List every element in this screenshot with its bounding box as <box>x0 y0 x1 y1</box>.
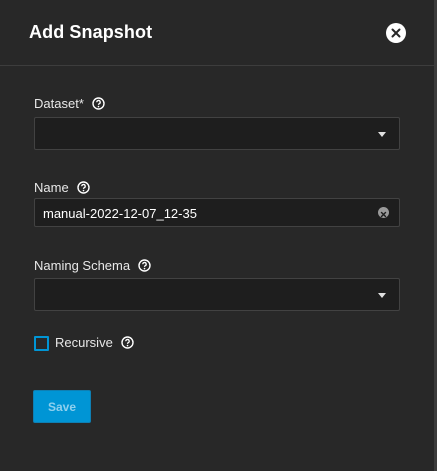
help-circle-icon[interactable] <box>92 97 105 110</box>
naming-schema-label-text: Naming Schema <box>34 258 131 273</box>
close-icon <box>391 28 401 38</box>
chevron-down-icon <box>378 293 386 298</box>
name-input[interactable]: manual-2022-12-07_12-35 <box>34 198 400 227</box>
help-circle-icon[interactable] <box>138 259 151 272</box>
required-mark: * <box>78 96 84 111</box>
close-button[interactable] <box>386 23 406 43</box>
recursive-label-text: Recursive <box>55 335 113 350</box>
recursive-checkbox[interactable] <box>34 336 49 351</box>
dataset-label-text: Dataset <box>34 96 79 111</box>
dataset-select[interactable] <box>34 117 400 150</box>
clear-icon[interactable] <box>378 207 389 218</box>
help-circle-icon[interactable] <box>121 336 134 349</box>
name-value: manual-2022-12-07_12-35 <box>43 206 197 221</box>
help-circle-icon[interactable] <box>76 181 90 194</box>
recursive-label: Recursive <box>55 335 134 350</box>
dataset-label: Dataset * <box>34 96 105 111</box>
chevron-down-icon <box>378 132 386 137</box>
save-button[interactable]: Save <box>33 390 91 423</box>
name-label-text: Name <box>34 180 69 195</box>
name-label: Name <box>34 180 90 195</box>
dialog-title: Add Snapshot <box>29 22 153 42</box>
naming-schema-select[interactable] <box>34 278 400 311</box>
dialog-header: Add Snapshot <box>0 0 434 66</box>
naming-schema-label: Naming Schema <box>34 258 151 273</box>
add-snapshot-dialog: Add Snapshot Dataset * Name manual-2022-… <box>0 0 435 471</box>
